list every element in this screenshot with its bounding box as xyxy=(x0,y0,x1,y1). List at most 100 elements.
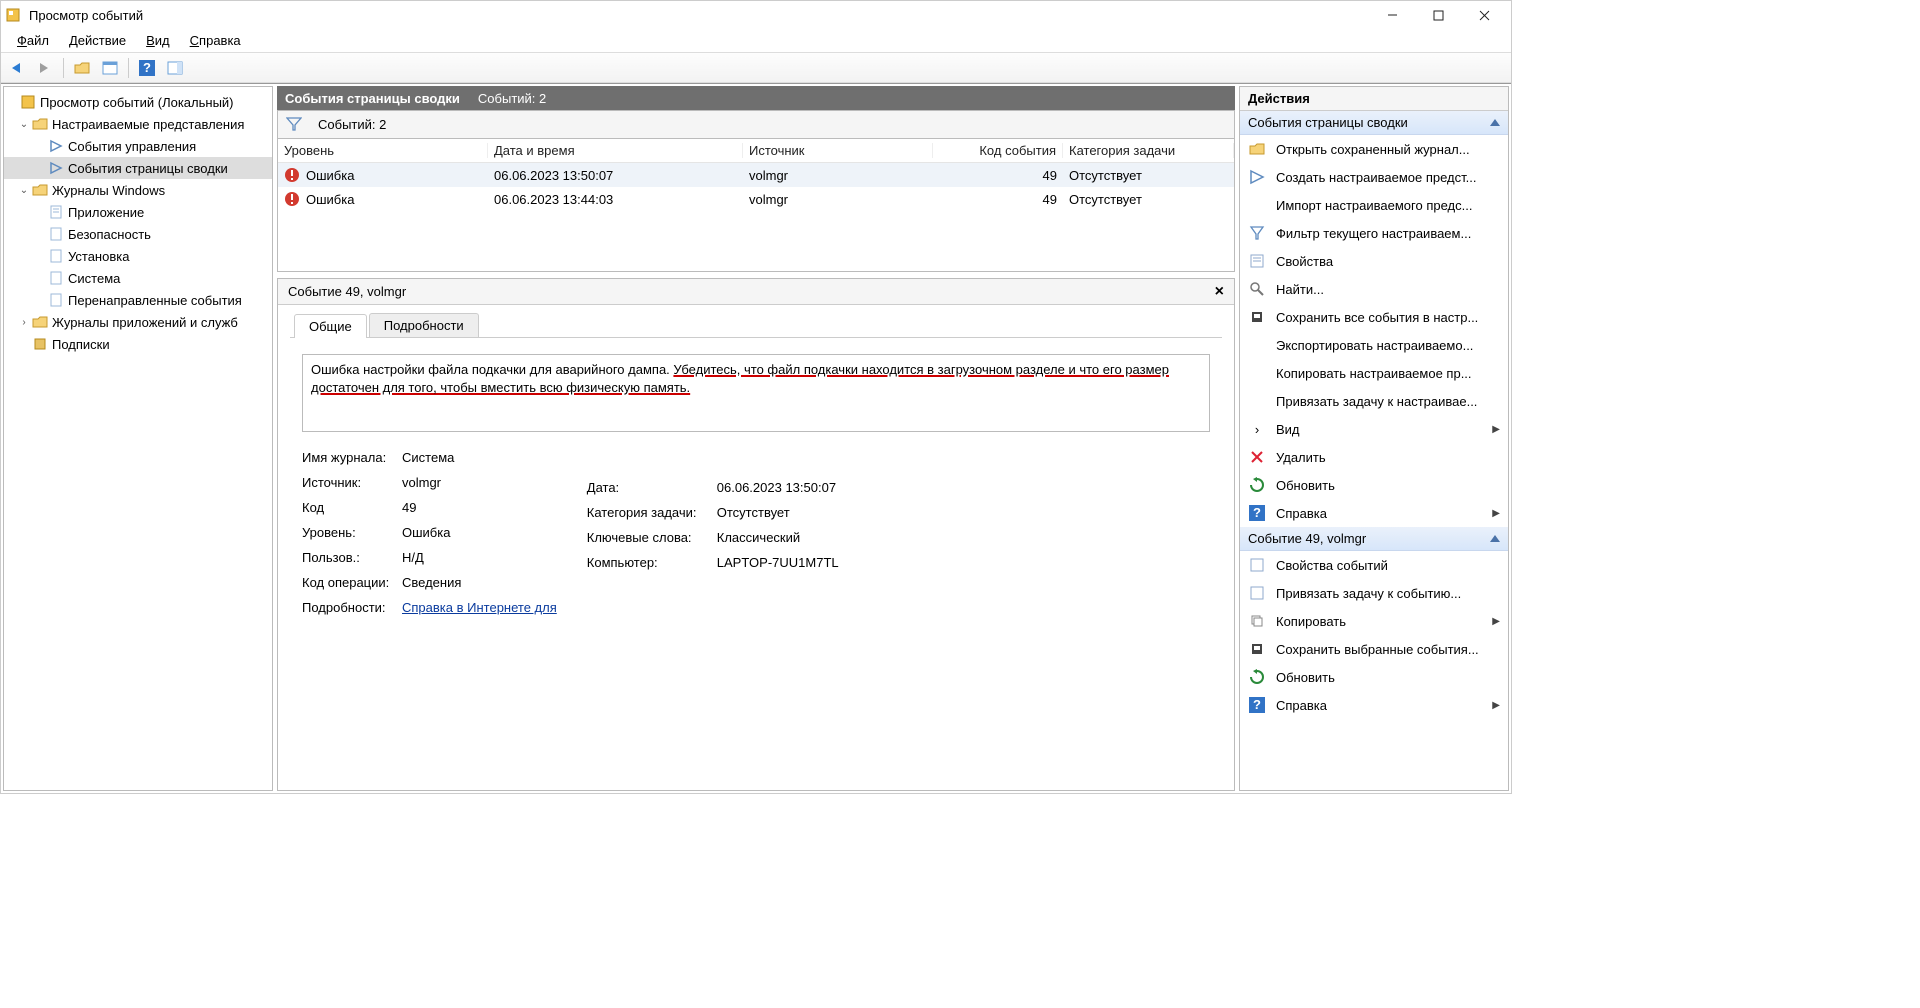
forward-button[interactable] xyxy=(33,56,57,80)
tree-label: Подписки xyxy=(52,337,110,352)
action-icon xyxy=(1248,196,1266,214)
properties-button[interactable] xyxy=(98,56,122,80)
error-icon xyxy=(284,191,300,207)
cell-level: Ошибка xyxy=(306,168,354,183)
value-taskcat: Отсутствует xyxy=(717,505,867,520)
action-item[interactable]: Копировать▶ xyxy=(1240,607,1508,635)
action-icon xyxy=(1248,584,1266,602)
menu-action[interactable]: Действие xyxy=(59,31,136,50)
action-icon xyxy=(1248,280,1266,298)
action-label: Обновить xyxy=(1276,670,1335,685)
action-item[interactable]: Свойства событий xyxy=(1240,551,1508,579)
action-label: Импорт настраиваемого предс... xyxy=(1276,198,1472,213)
event-row[interactable]: Ошибка 06.06.2023 13:44:03 volmgr 49 Отс… xyxy=(278,187,1234,211)
action-item[interactable]: Сохранить выбранные события... xyxy=(1240,635,1508,663)
minimize-button[interactable] xyxy=(1369,1,1415,29)
action-item[interactable]: Привязать задачу к настраивае... xyxy=(1240,387,1508,415)
tree-application-log[interactable]: Приложение xyxy=(4,201,272,223)
action-item[interactable]: ?Справка▶ xyxy=(1240,691,1508,719)
action-label: Обновить xyxy=(1276,478,1335,493)
action-item[interactable]: Открыть сохраненный журнал... xyxy=(1240,135,1508,163)
expand-toggle[interactable]: ⌄ xyxy=(16,119,32,130)
menu-file[interactable]: Файл xyxy=(7,31,59,50)
actions-title: Действия xyxy=(1240,87,1508,111)
actions-pane: Действия События страницы сводки Открыть… xyxy=(1239,86,1509,791)
panel-button[interactable] xyxy=(163,56,187,80)
action-item[interactable]: Сохранить все события в настр... xyxy=(1240,303,1508,331)
action-item[interactable]: Свойства xyxy=(1240,247,1508,275)
col-category[interactable]: Категория задачи xyxy=(1063,143,1234,158)
action-item[interactable]: Найти... xyxy=(1240,275,1508,303)
action-icon: ? xyxy=(1248,504,1266,522)
tree-forwarded-log[interactable]: Перенаправленные события xyxy=(4,289,272,311)
tree-app-services-logs[interactable]: › Журналы приложений и служб xyxy=(4,311,272,333)
tree-custom-views[interactable]: ⌄ Настраиваемые представления xyxy=(4,113,272,135)
tree-admin-events[interactable]: События управления xyxy=(4,135,272,157)
value-code: 49 xyxy=(402,500,552,515)
cell-source: volmgr xyxy=(743,192,933,207)
open-button[interactable] xyxy=(70,56,94,80)
col-level[interactable]: Уровень xyxy=(278,143,488,158)
action-item[interactable]: Обновить xyxy=(1240,663,1508,691)
tab-details[interactable]: Подробности xyxy=(369,313,479,337)
col-eventid[interactable]: Код события xyxy=(933,143,1063,158)
close-button[interactable] xyxy=(1461,1,1507,29)
svg-text:?: ? xyxy=(143,60,151,75)
tree-summary-events[interactable]: События страницы сводки xyxy=(4,157,272,179)
tree-subscriptions[interactable]: Подписки xyxy=(4,333,272,355)
action-item[interactable]: Экспортировать настраиваемо... xyxy=(1240,331,1508,359)
event-row[interactable]: Ошибка 06.06.2023 13:50:07 volmgr 49 Отс… xyxy=(278,163,1234,187)
event-detail: Событие 49, volmgr × Общие Подробности О… xyxy=(277,278,1235,791)
col-source[interactable]: Источник xyxy=(743,143,933,158)
cell-code: 49 xyxy=(933,192,1063,207)
expand-toggle[interactable]: › xyxy=(16,317,32,328)
action-icon xyxy=(1248,168,1266,186)
toolbar: ? xyxy=(1,53,1511,83)
label-user: Пользов.: xyxy=(302,550,402,565)
tree-root[interactable]: Просмотр событий (Локальный) xyxy=(4,91,272,113)
submenu-arrow-icon: ▶ xyxy=(1492,700,1500,711)
help-link[interactable]: Справка в Интернете для xyxy=(402,600,557,615)
cell-code: 49 xyxy=(933,168,1063,183)
tree-label: Журналы Windows xyxy=(52,183,165,198)
action-item[interactable]: ›Вид▶ xyxy=(1240,415,1508,443)
label-level: Уровень: xyxy=(302,525,402,540)
col-datetime[interactable]: Дата и время xyxy=(488,143,743,158)
action-item[interactable]: Импорт настраиваемого предс... xyxy=(1240,191,1508,219)
action-item[interactable]: Создать настраиваемое предст... xyxy=(1240,163,1508,191)
actions-group-2[interactable]: Событие 49, volmgr xyxy=(1240,527,1508,551)
action-icon xyxy=(1248,640,1266,658)
tree-label: Безопасность xyxy=(68,227,151,242)
tree-label: Система xyxy=(68,271,120,286)
action-label: Экспортировать настраиваемо... xyxy=(1276,338,1473,353)
tree-setup-log[interactable]: Установка xyxy=(4,245,272,267)
actions-group-1[interactable]: События страницы сводки xyxy=(1240,111,1508,135)
value-logname: Система xyxy=(402,450,552,465)
action-item[interactable]: ?Справка▶ xyxy=(1240,499,1508,527)
detail-close-icon[interactable]: × xyxy=(1215,283,1224,301)
expand-toggle[interactable]: ⌄ xyxy=(16,185,32,196)
value-keywords: Классический xyxy=(717,530,867,545)
action-item[interactable]: Копировать настраиваемое пр... xyxy=(1240,359,1508,387)
help-button[interactable]: ? xyxy=(135,56,159,80)
action-label: Фильтр текущего настраиваем... xyxy=(1276,226,1471,241)
actions-group-label: Событие 49, volmgr xyxy=(1248,531,1366,546)
value-user: Н/Д xyxy=(402,550,552,565)
action-item[interactable]: Удалить xyxy=(1240,443,1508,471)
tab-general[interactable]: Общие xyxy=(294,314,367,338)
action-item[interactable]: Фильтр текущего настраиваем... xyxy=(1240,219,1508,247)
action-icon xyxy=(1248,476,1266,494)
menu-view[interactable]: Вид xyxy=(136,31,180,50)
tree-system-log[interactable]: Система xyxy=(4,267,272,289)
tree-windows-logs[interactable]: ⌄ Журналы Windows xyxy=(4,179,272,201)
action-item[interactable]: Привязать задачу к событию... xyxy=(1240,579,1508,607)
tree-label: Настраиваемые представления xyxy=(52,117,244,132)
back-button[interactable] xyxy=(5,56,29,80)
action-icon xyxy=(1248,556,1266,574)
maximize-button[interactable] xyxy=(1415,1,1461,29)
tree-label: Журналы приложений и служб xyxy=(52,315,238,330)
menu-help[interactable]: Справка xyxy=(180,31,251,50)
action-label: Открыть сохраненный журнал... xyxy=(1276,142,1470,157)
action-item[interactable]: Обновить xyxy=(1240,471,1508,499)
tree-security-log[interactable]: Безопасность xyxy=(4,223,272,245)
